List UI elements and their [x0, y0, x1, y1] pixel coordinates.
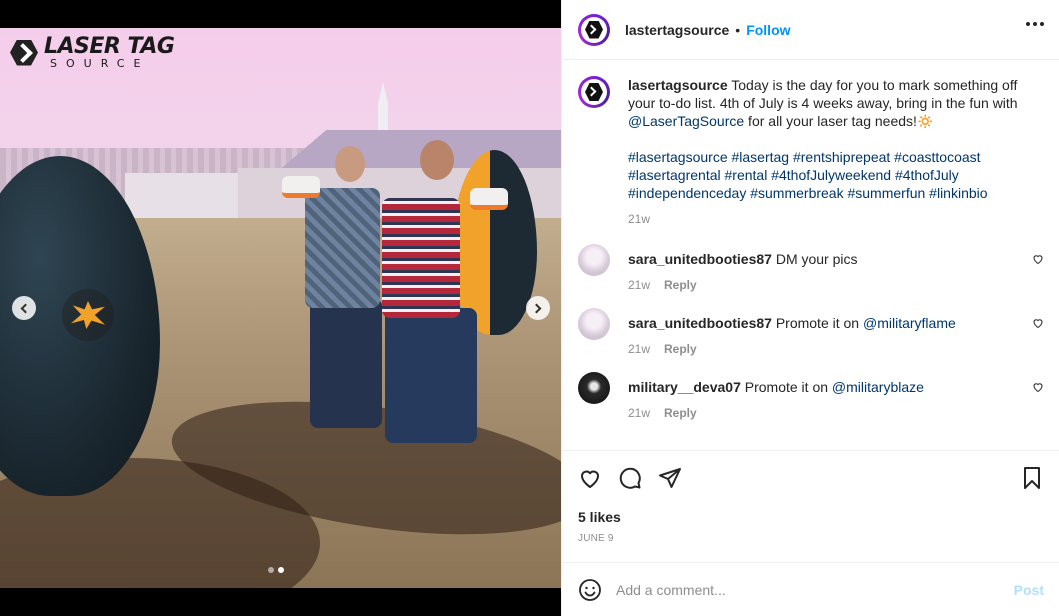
commenter-avatar[interactable] — [578, 308, 610, 340]
comment-body: Promote it on — [771, 315, 863, 331]
previous-image-button[interactable] — [12, 296, 36, 320]
caption-hashtags[interactable]: #lasertagsource #lasertag #rentshiprepea… — [628, 149, 988, 201]
comment-username[interactable]: military__deva07 — [628, 379, 741, 395]
like-comment-heart-icon[interactable] — [1032, 381, 1044, 393]
caption-avatar[interactable] — [578, 76, 610, 108]
like-comment-heart-icon[interactable] — [1032, 317, 1044, 329]
caption-body-end: for all your laser tag needs!🔅 — [744, 113, 935, 129]
caption-username[interactable]: lasertagsource — [628, 77, 728, 93]
carousel-dot — [268, 567, 274, 573]
comment-body: DM your pics — [771, 251, 858, 267]
like-heart-icon[interactable] — [578, 466, 602, 490]
post-actions: 5 likes JUNE 9 — [562, 450, 1059, 578]
comment-text: sara_unitedbooties87 Promote it on @mili… — [628, 308, 1028, 332]
reply-button[interactable]: Reply — [664, 278, 697, 292]
post-date[interactable]: JUNE 9 — [578, 533, 1044, 544]
carousel-indicator — [268, 567, 284, 573]
post-details-panel: lastertagsource • Follow lasertagsource … — [561, 0, 1059, 616]
caption: lasertagsource Today is the day for you … — [578, 76, 1044, 226]
splat-logo-icon — [62, 289, 114, 341]
carousel-dot-active — [278, 567, 284, 573]
media-viewer: LASER TAG SOURCE — [0, 0, 561, 616]
separator-dot: • — [735, 21, 741, 38]
comment-item: sara_unitedbooties87 DM your pics 21w Rep… — [578, 244, 1044, 292]
follow-button[interactable]: Follow — [746, 22, 790, 38]
chevron-left-icon — [20, 303, 31, 313]
like-comment-heart-icon[interactable] — [1032, 253, 1044, 265]
post-comment-button[interactable]: Post — [1014, 582, 1044, 598]
next-image-button[interactable] — [526, 296, 550, 320]
comment-body: Promote it on — [740, 379, 832, 395]
caption-mention[interactable]: @LaserTagSource — [628, 113, 744, 129]
comment-username[interactable]: sara_unitedbooties87 — [628, 251, 772, 267]
brand-logo: LASER TAG SOURCE — [10, 34, 175, 70]
comment-username[interactable]: sara_unitedbooties87 — [628, 315, 772, 331]
comment-time[interactable]: 21w — [628, 278, 650, 292]
likes-count[interactable]: 5 likes — [578, 509, 1044, 525]
author-username[interactable]: lastertagsource — [625, 22, 729, 38]
comment-text: sara_unitedbooties87 DM your pics — [628, 244, 1028, 268]
commenter-avatar[interactable] — [578, 244, 610, 276]
caption-text: lasertagsource Today is the day for you … — [628, 76, 1033, 202]
post-header: lastertagsource • Follow — [562, 0, 1059, 60]
author-avatar[interactable] — [578, 13, 610, 46]
reply-button[interactable]: Reply — [664, 406, 697, 420]
add-comment-bar: Post — [562, 562, 1059, 616]
comment-item: military__deva07 Promote it on @military… — [578, 372, 1044, 420]
comment-mention[interactable]: @militaryflame — [863, 315, 956, 331]
comment-text: military__deva07 Promote it on @military… — [628, 372, 1028, 396]
more-horizontal-icon[interactable] — [1026, 22, 1044, 26]
emoji-smiley-icon[interactable] — [578, 578, 602, 602]
brand-line2: SOURCE — [50, 57, 150, 70]
brand-line1: LASER TAG — [44, 34, 175, 59]
comment-time[interactable]: 21w — [628, 342, 650, 356]
brand-mark-icon — [10, 39, 38, 66]
share-send-icon[interactable] — [658, 466, 682, 490]
bookmark-icon[interactable] — [1020, 466, 1044, 490]
post-modal: LASER TAG SOURCE lastertagsource • Follo… — [0, 0, 1059, 616]
comment-mention[interactable]: @militaryblaze — [832, 379, 924, 395]
comment-time[interactable]: 21w — [628, 406, 650, 420]
reply-button[interactable]: Reply — [664, 342, 697, 356]
commenter-avatar[interactable] — [578, 372, 610, 404]
caption-time[interactable]: 21w — [628, 212, 650, 226]
add-comment-input[interactable] — [616, 581, 1014, 598]
comments-list[interactable]: lasertagsource Today is the day for you … — [562, 60, 1059, 450]
chevron-right-icon — [531, 303, 542, 313]
comment-item: sara_unitedbooties87 Promote it on @mili… — [578, 308, 1044, 356]
comment-bubble-icon[interactable] — [618, 466, 642, 490]
